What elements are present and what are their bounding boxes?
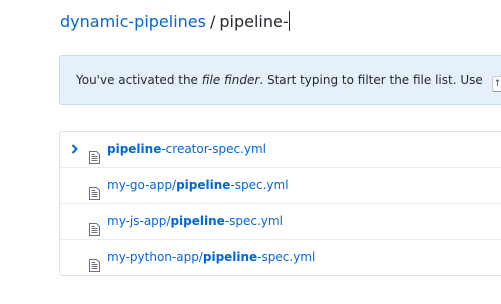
file-finder-notice: You've activated the file finder. Start … [59,55,501,105]
file-icon [89,143,100,164]
file-icon [89,215,100,236]
arrow-up-key: ↑ [491,76,501,92]
path-match: pipeline [170,214,225,228]
file-path-link[interactable]: my-js-app/pipeline-spec.yml [107,204,283,238]
path-suffix: -spec.yml [230,178,289,192]
breadcrumb-separator: / [209,12,216,31]
path-suffix: -spec.yml [224,214,283,228]
notice-text-end: . Start typing to filter the file list. … [259,73,487,87]
file-path-link[interactable]: pipeline-creator-spec.yml [107,132,266,166]
path-suffix: -creator-spec.yml [161,142,267,156]
file-icon [89,251,100,272]
breadcrumb: dynamic-pipelines / pipeline- [60,11,290,33]
text-caret [288,11,290,31]
path-suffix: -spec.yml [257,250,316,264]
file-result-row[interactable]: my-go-app/pipeline-spec.yml [60,167,501,203]
path-match: pipeline [202,250,258,264]
notice-text-start: You've activated the [76,73,202,87]
chevron-right-icon [70,132,80,166]
file-path-link[interactable]: my-go-app/pipeline-spec.yml [107,168,289,202]
file-result-row[interactable]: pipeline-creator-spec.yml [60,132,501,167]
path-prefix: my-python-app/ [107,250,203,264]
repo-link[interactable]: dynamic-pipelines [60,12,206,31]
file-path-link[interactable]: my-python-app/pipeline-spec.yml [107,240,315,274]
path-match: pipeline [107,142,162,156]
path-prefix: my-go-app/ [107,178,177,192]
file-results-list: pipeline-creator-spec.yml my-go-app/pipe… [59,131,501,276]
file-result-row[interactable]: my-js-app/pipeline-spec.yml [60,203,501,239]
notice-emphasis: file finder [201,73,260,87]
file-icon [89,179,100,200]
path-prefix: my-js-app/ [107,214,171,228]
file-filter-input[interactable]: pipeline- [219,12,288,31]
file-result-row[interactable]: my-python-app/pipeline-spec.yml [60,239,501,275]
file-finder-page: dynamic-pipelines / pipeline- You've activ… [0,0,501,304]
path-match: pipeline [176,178,231,192]
